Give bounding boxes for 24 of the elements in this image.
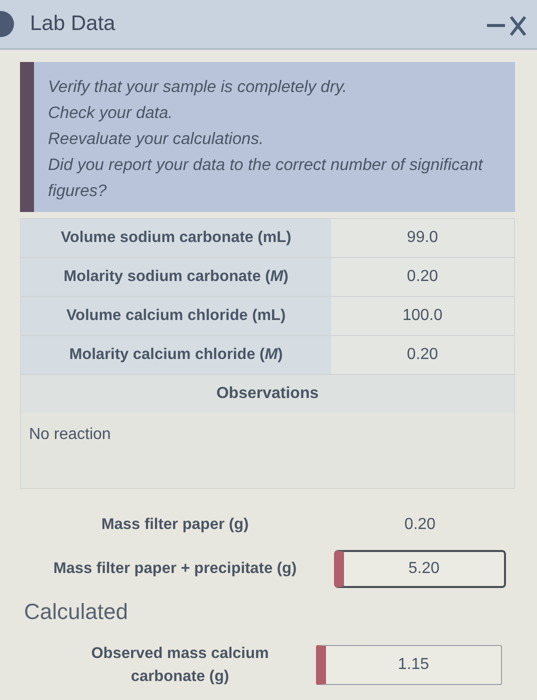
data-label: Mass filter paper (g) bbox=[100, 515, 250, 536]
observations-heading: Observations bbox=[21, 375, 514, 413]
data-value: 0.20 bbox=[331, 258, 514, 296]
minimize-icon bbox=[487, 24, 505, 28]
data-label: Volume sodium carbonate (mL) bbox=[21, 219, 331, 257]
data-label: Molarity calcium chloride (M) bbox=[21, 336, 331, 374]
input-field[interactable]: 1.15 bbox=[316, 645, 502, 686]
input-field[interactable]: 5.20 bbox=[334, 550, 506, 588]
data-value: 99.0 bbox=[331, 219, 514, 257]
window-title: Lab Data bbox=[30, 11, 116, 38]
feedback-message: Reevaluate your calculations. bbox=[48, 129, 265, 150]
data-value: 100.0 bbox=[331, 297, 514, 335]
data-value: 0.20 bbox=[331, 336, 514, 374]
feedback-message: Check your data. bbox=[48, 103, 174, 124]
feedback-message: Verify that your sample is completely dry. bbox=[48, 77, 348, 98]
data-label: Volume calcium chloride (mL) bbox=[21, 297, 331, 335]
data-value: 0.20 bbox=[403, 515, 437, 535]
feedback-message: Did you report your data to the correct number of significant figures? bbox=[48, 155, 484, 202]
close-icon bbox=[509, 15, 527, 38]
data-label: Observed mass calcium carbonate (g) bbox=[90, 644, 270, 688]
data-label: Mass filter paper + precipitate (g) bbox=[52, 559, 298, 580]
data-label: Molarity sodium carbonate (M) bbox=[21, 258, 331, 296]
section-heading: Calculated bbox=[24, 598, 129, 626]
observations-text: No reaction bbox=[21, 413, 514, 488]
